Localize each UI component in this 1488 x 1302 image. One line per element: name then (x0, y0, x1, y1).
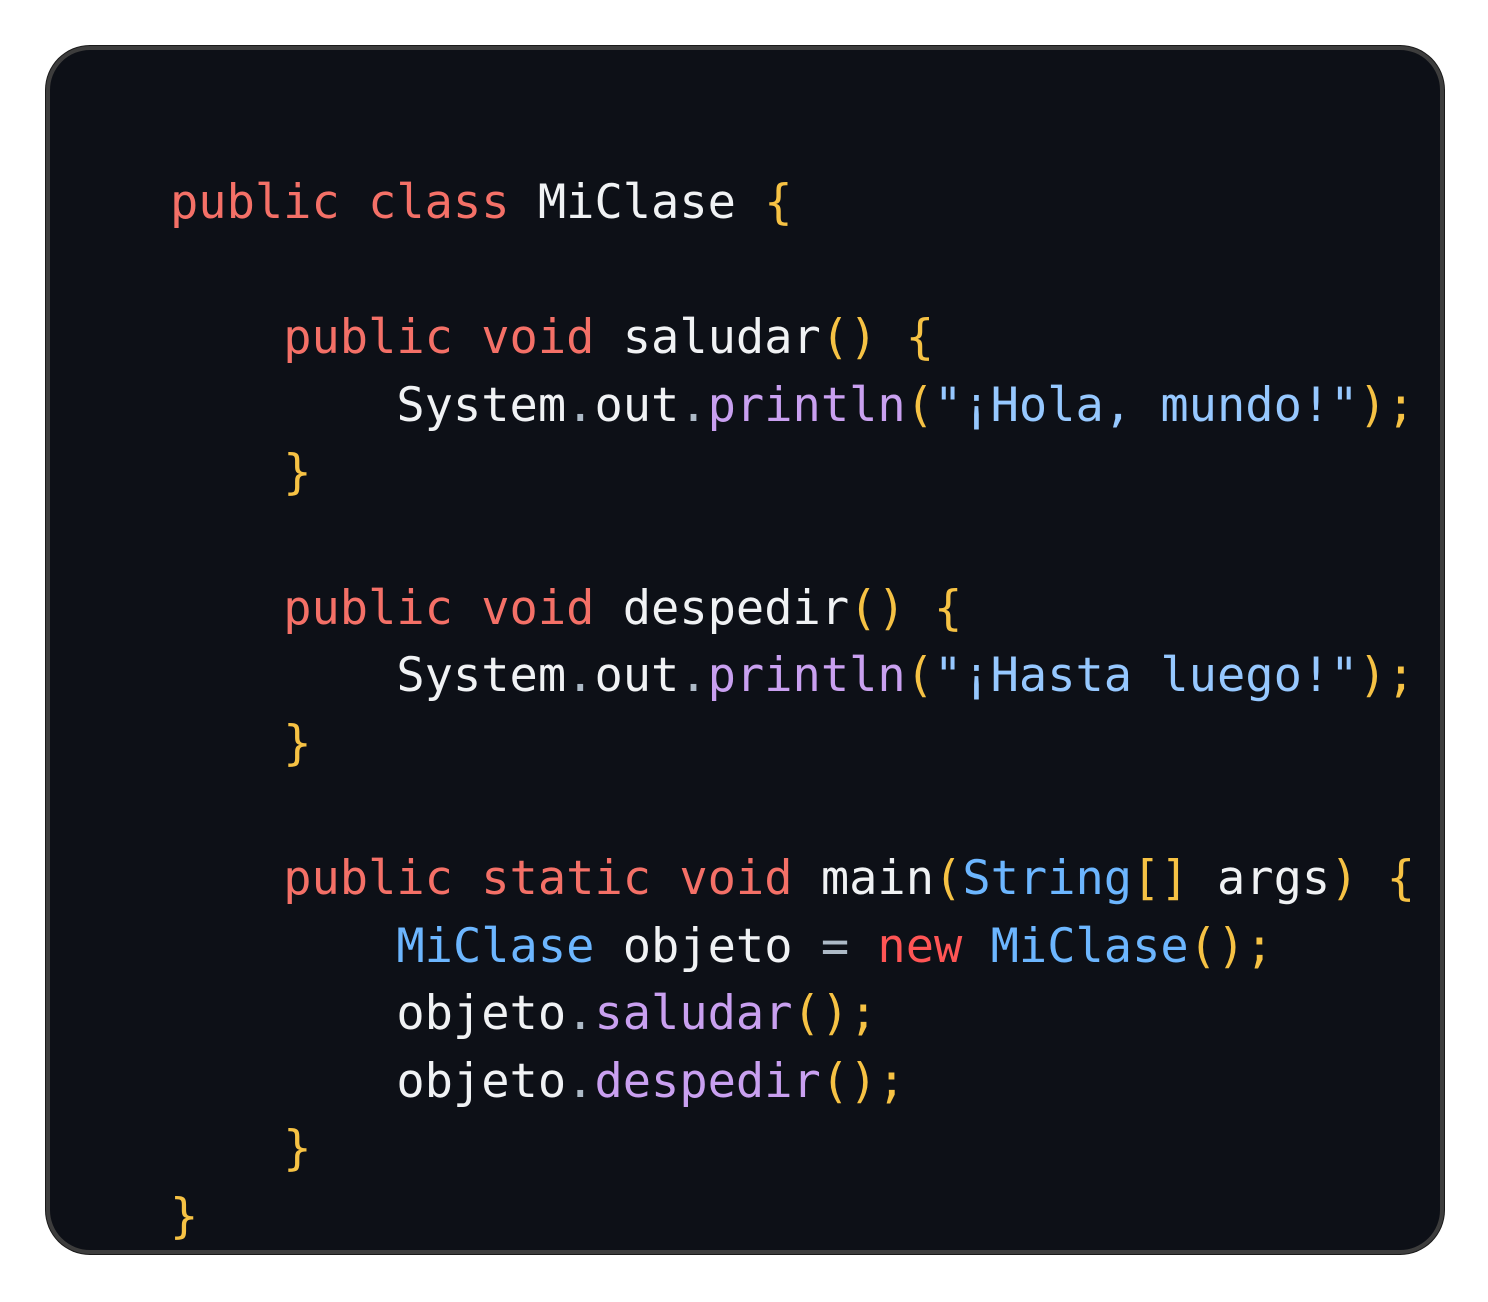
code-token: public (283, 850, 453, 906)
code-token: ); (1358, 648, 1416, 704)
code-line: } (170, 1183, 1415, 1251)
code-token: MiClase (990, 918, 1189, 974)
code-token: . (566, 1053, 595, 1109)
code-token: { (1386, 850, 1416, 906)
code-token: } (283, 1121, 312, 1177)
code-token: public (283, 310, 453, 366)
code-token: saludar (594, 986, 793, 1042)
code-token: (); (1188, 918, 1274, 974)
code-token: public (170, 175, 340, 230)
code-token: System (170, 648, 567, 704)
code-snippet-card: public class MiClase { public void salud… (46, 46, 1444, 1254)
code-token: new (877, 918, 963, 974)
code-line: public static void main(String[] args) { (170, 845, 1415, 913)
code-token: out (594, 648, 680, 704)
code-token: void (481, 310, 595, 366)
code-token: } (283, 715, 312, 771)
code-token: { (764, 175, 793, 230)
code-line: public void despedir() { (170, 575, 1415, 643)
code-token: } (283, 445, 312, 501)
code-token: ( (934, 850, 963, 906)
code-token: objeto (170, 986, 567, 1042)
code-token: "¡Hola, mundo!" (934, 377, 1359, 433)
code-token: out (594, 377, 680, 433)
code-token: objeto (594, 918, 821, 974)
code-token: ); (1358, 377, 1416, 433)
code-token: void (679, 850, 793, 906)
code-line: System.out.println("¡Hasta luego!"); (170, 642, 1415, 710)
code-line: public void saludar() { (170, 304, 1415, 372)
code-token: . (679, 377, 708, 433)
code-token: } (170, 1188, 199, 1244)
code-token: despedir (594, 580, 850, 636)
code-token: () (820, 310, 878, 366)
code-token: println (707, 377, 906, 433)
code-line: } (170, 439, 1415, 507)
code-line: public class MiClase { (170, 169, 1415, 237)
code-line: MiClase objeto = new MiClase(); (170, 913, 1415, 981)
code-token: . (566, 377, 595, 433)
code-token: System (170, 377, 567, 433)
code-token: args (1188, 850, 1331, 906)
code-token: ( (905, 648, 935, 704)
code-token: void (481, 580, 595, 636)
code-line: System.out.println("¡Hola, mundo!"); (170, 372, 1415, 440)
code-token: saludar (594, 310, 821, 366)
code-token: () (849, 580, 906, 636)
code-token: [] (1132, 850, 1189, 906)
code-token: (); (792, 986, 878, 1042)
code-token: ) (1330, 850, 1359, 906)
code-token: String (962, 850, 1133, 906)
code-token: . (566, 986, 595, 1042)
code-token: = (820, 918, 850, 974)
code-token: . (679, 648, 708, 704)
code-token: class (368, 175, 510, 230)
code-token: { (905, 310, 935, 366)
code-token: . (566, 648, 595, 704)
code-token: objeto (170, 1053, 567, 1109)
code-token: static (481, 850, 652, 906)
code-line: } (170, 710, 1415, 778)
code-block: public class MiClase { public void salud… (170, 169, 1415, 1251)
code-token: (); (820, 1053, 906, 1109)
code-token: println (707, 648, 906, 704)
code-token: MiClase (396, 918, 595, 974)
code-token: despedir (594, 1053, 821, 1109)
code-token: { (934, 580, 963, 636)
code-line: objeto.saludar(); (170, 980, 1415, 1048)
code-token: ( (905, 377, 935, 433)
code-line: objeto.despedir(); (170, 1048, 1415, 1116)
code-token: public (283, 580, 453, 636)
code-token: "¡Hasta luego!" (934, 648, 1359, 704)
code-token: main (792, 850, 935, 906)
code-line: } (170, 1115, 1415, 1183)
code-token: MiClase (509, 175, 765, 230)
